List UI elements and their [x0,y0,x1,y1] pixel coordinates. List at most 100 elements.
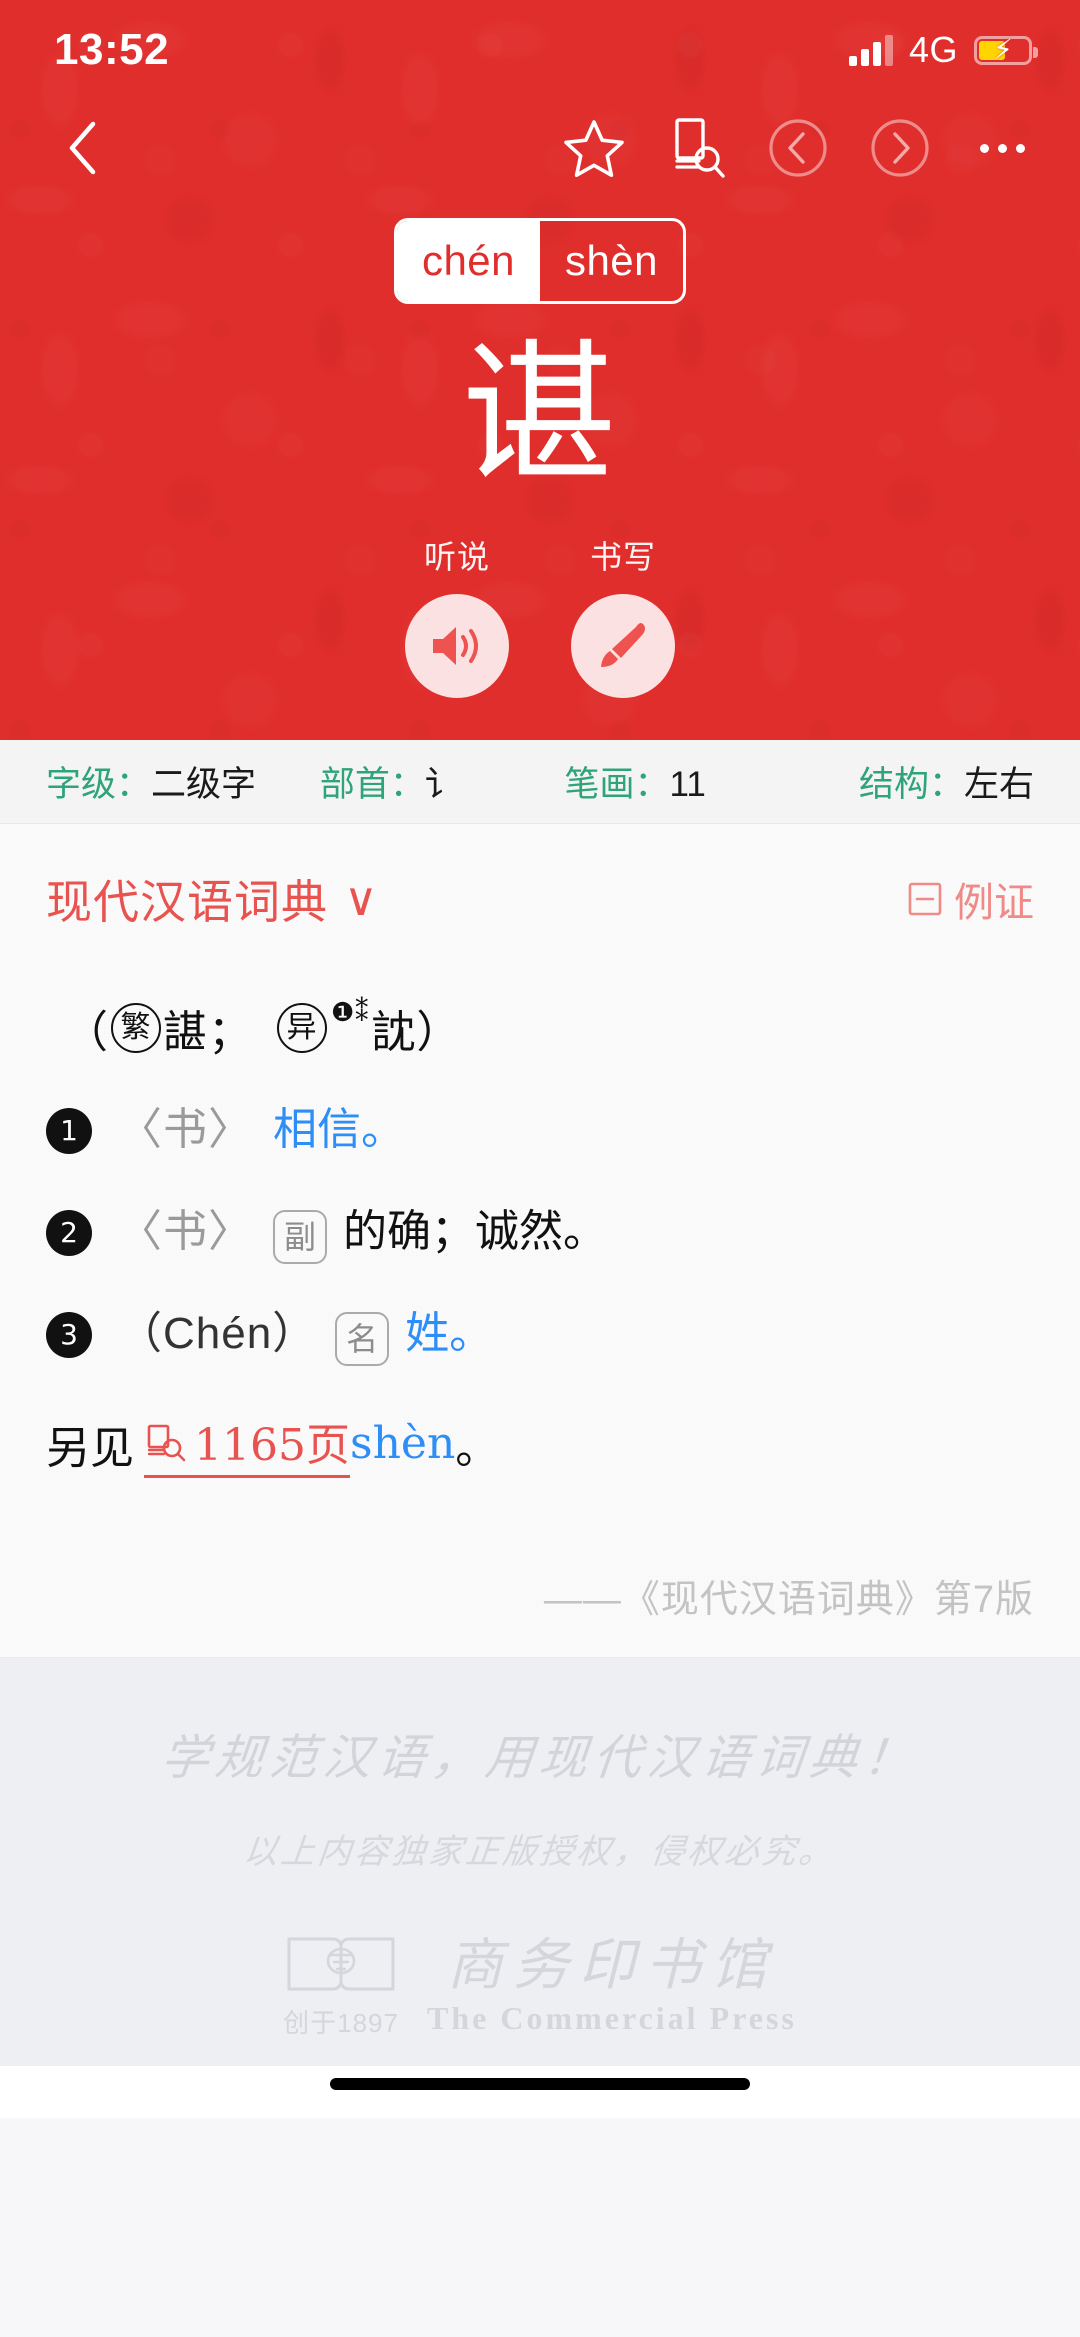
brush-icon [595,618,651,674]
speaker-icon [429,622,485,670]
info-radical-label: 部首： [320,756,425,807]
sense-text-2: 的确；诚然。 [343,1200,607,1264]
write-practice-button[interactable]: 书写 [571,532,675,698]
back-button[interactable] [44,110,120,186]
publisher-name-block: 商务印书馆 The Commercial Press [427,1935,797,2038]
traditional-character: 諶； [163,996,253,1060]
sense-number-1: 1 [46,1108,92,1154]
cellular-signal-icon [849,34,893,66]
write-practice-label: 书写 [590,532,656,578]
footer-slogan: 学规范汉语，用现代汉语词典！ [0,1718,1080,1788]
dictionary-name-label: 现代汉语词典 [46,866,328,932]
listen-speak-button[interactable]: 听说 [405,532,509,698]
publisher-name-cn: 商务印书馆 [447,1935,777,1997]
info-grade-value: 二级字 [151,756,256,807]
sense-text-3[interactable]: 姓。 [405,1302,493,1366]
home-indicator-area [0,2066,1080,2118]
sense-pos-tag-2: 副 [273,1210,327,1264]
write-practice-circle [571,594,675,698]
definition-content: 现代汉语词典 ∨ 例证 （ 繁 諶； 异 ❶⁑ 訦 ） [0,824,1080,1658]
network-type-label: 4G [909,29,958,71]
source-attribution: ——《现代汉语词典》第7版 [0,1568,1034,1657]
pinyin-option-shen[interactable]: shèn [540,221,683,301]
sense-pos-tag-3: 名 [335,1312,389,1366]
next-entry-button[interactable] [866,114,934,182]
listen-speak-circle [405,594,509,698]
info-strokes-value: 11 [669,765,705,805]
dictionary-header-row: 现代汉语词典 ∨ 例证 [0,824,1080,942]
publisher-logo: 创于1897 商务印书馆 The Commercial Press [0,1931,1080,2040]
minus-box-icon [908,882,942,916]
footer-watermark: 学规范汉语，用现代汉语词典！ 以上内容独家正版授权，侵权必究。 创于1897 商… [0,1658,1080,2118]
sense-register-1: 〈书〉 [118,1098,253,1162]
dictionary-selector[interactable]: 现代汉语词典 ∨ [46,866,379,932]
pinyin-option-chen[interactable]: chén [397,221,540,301]
publisher-founded-year: 创于1897 [283,2003,399,2040]
info-grade-label: 字级： [46,756,151,807]
sense-item-3: 3 （Chén） 名 姓。 [46,1302,1034,1366]
sense-pronunciation-3: （Chén） [118,1302,317,1366]
sense-item-2: 2 〈书〉 副 的确；诚然。 [46,1200,1034,1264]
info-item-structure: 结构： 左右 [809,756,1034,807]
publisher-logo-mark: 创于1897 [283,1931,399,2040]
navigation-bar [0,100,1080,196]
examples-toggle-label: 例证 [954,870,1034,928]
pinyin-toggle[interactable]: chén shèn [394,218,686,304]
sense-number-3: 3 [46,1312,92,1358]
sense-number-2: 2 [46,1210,92,1256]
more-options-icon [974,144,1031,153]
chevron-down-icon: ∨ [344,872,379,926]
info-structure-label: 结构： [859,756,964,807]
favorite-star-icon [564,119,624,177]
see-also-suffix: 。 [455,1412,499,1476]
character-info-bar: 字级： 二级字 部首： 讠 笔画： 11 结构： 左右 [0,740,1080,824]
battery-charging-icon: ⚡ [974,36,1032,65]
more-options-button[interactable] [968,114,1036,182]
see-also-prefix: 另见 [46,1412,134,1476]
listen-speak-label: 听说 [424,532,490,578]
previous-entry-button[interactable] [764,114,832,182]
variant-marker-icon: 异 [277,1003,327,1053]
prev-entry-icon [767,117,829,179]
footer-copyright-note: 以上内容独家正版授权，侵权必究。 [0,1824,1080,1873]
character-action-buttons: 听说 书写 [0,532,1080,698]
info-item-grade: 字级： 二级字 [46,756,320,807]
examples-toggle-button[interactable]: 例证 [908,870,1034,928]
info-item-strokes: 笔画： 11 [564,756,809,807]
book-search-icon [144,1419,188,1463]
sense-item-1: 1 〈书〉 相信。 [46,1098,1034,1162]
publisher-name-en: The Commercial Press [427,2000,797,2037]
see-also-pinyin[interactable]: shèn [350,1418,455,1469]
see-also-page-link[interactable]: 1165页 [144,1409,350,1478]
variant-open-paren: （ [64,996,109,1060]
traditional-marker-icon: 繁 [111,1003,161,1053]
status-bar: 13:52 4G ⚡ [0,0,1080,100]
open-book-logo-icon [285,1931,397,1997]
info-structure-value: 左右 [964,756,1034,807]
home-indicator[interactable] [330,2078,750,2090]
book-search-icon [666,117,726,179]
info-strokes-label: 笔画： [564,756,669,807]
variant-close-paren: ） [416,996,461,1060]
next-entry-icon [869,117,931,179]
favorite-button[interactable] [560,114,628,182]
pinyin-toggle-row: chén shèn [0,218,1080,304]
dictionary-lookup-button[interactable] [662,114,730,182]
definition-body: （ 繁 諶； 异 ❶⁑ 訦 ） 1 〈书〉 相信。 2 〈书〉 副 的确；诚然。 [0,942,1080,1512]
variant-forms-line: （ 繁 諶； 异 ❶⁑ 訦 ） [64,996,1034,1060]
headword-area: 谌 [0,320,1080,510]
character-header: 13:52 4G ⚡ [0,0,1080,740]
dictionary-app-screen: 13:52 4G ⚡ [0,0,1080,2337]
info-radical-value: 讠 [425,756,460,807]
see-also-line: 另见 1165页 shèn 。 [46,1409,1034,1478]
chevron-left-icon [67,121,97,175]
variant-superscript: ❶⁑ [331,996,369,1026]
info-item-radical: 部首： 讠 [320,756,565,807]
see-also-page-number: 1165页 [194,1409,350,1473]
status-bar-time: 13:52 [54,25,169,75]
headword-character: 谌 [462,338,619,493]
sense-register-2: 〈书〉 [118,1200,253,1264]
variant-character: 訦 [371,996,416,1060]
status-bar-indicators: 4G ⚡ [849,29,1032,71]
sense-text-1[interactable]: 相信。 [273,1098,405,1162]
